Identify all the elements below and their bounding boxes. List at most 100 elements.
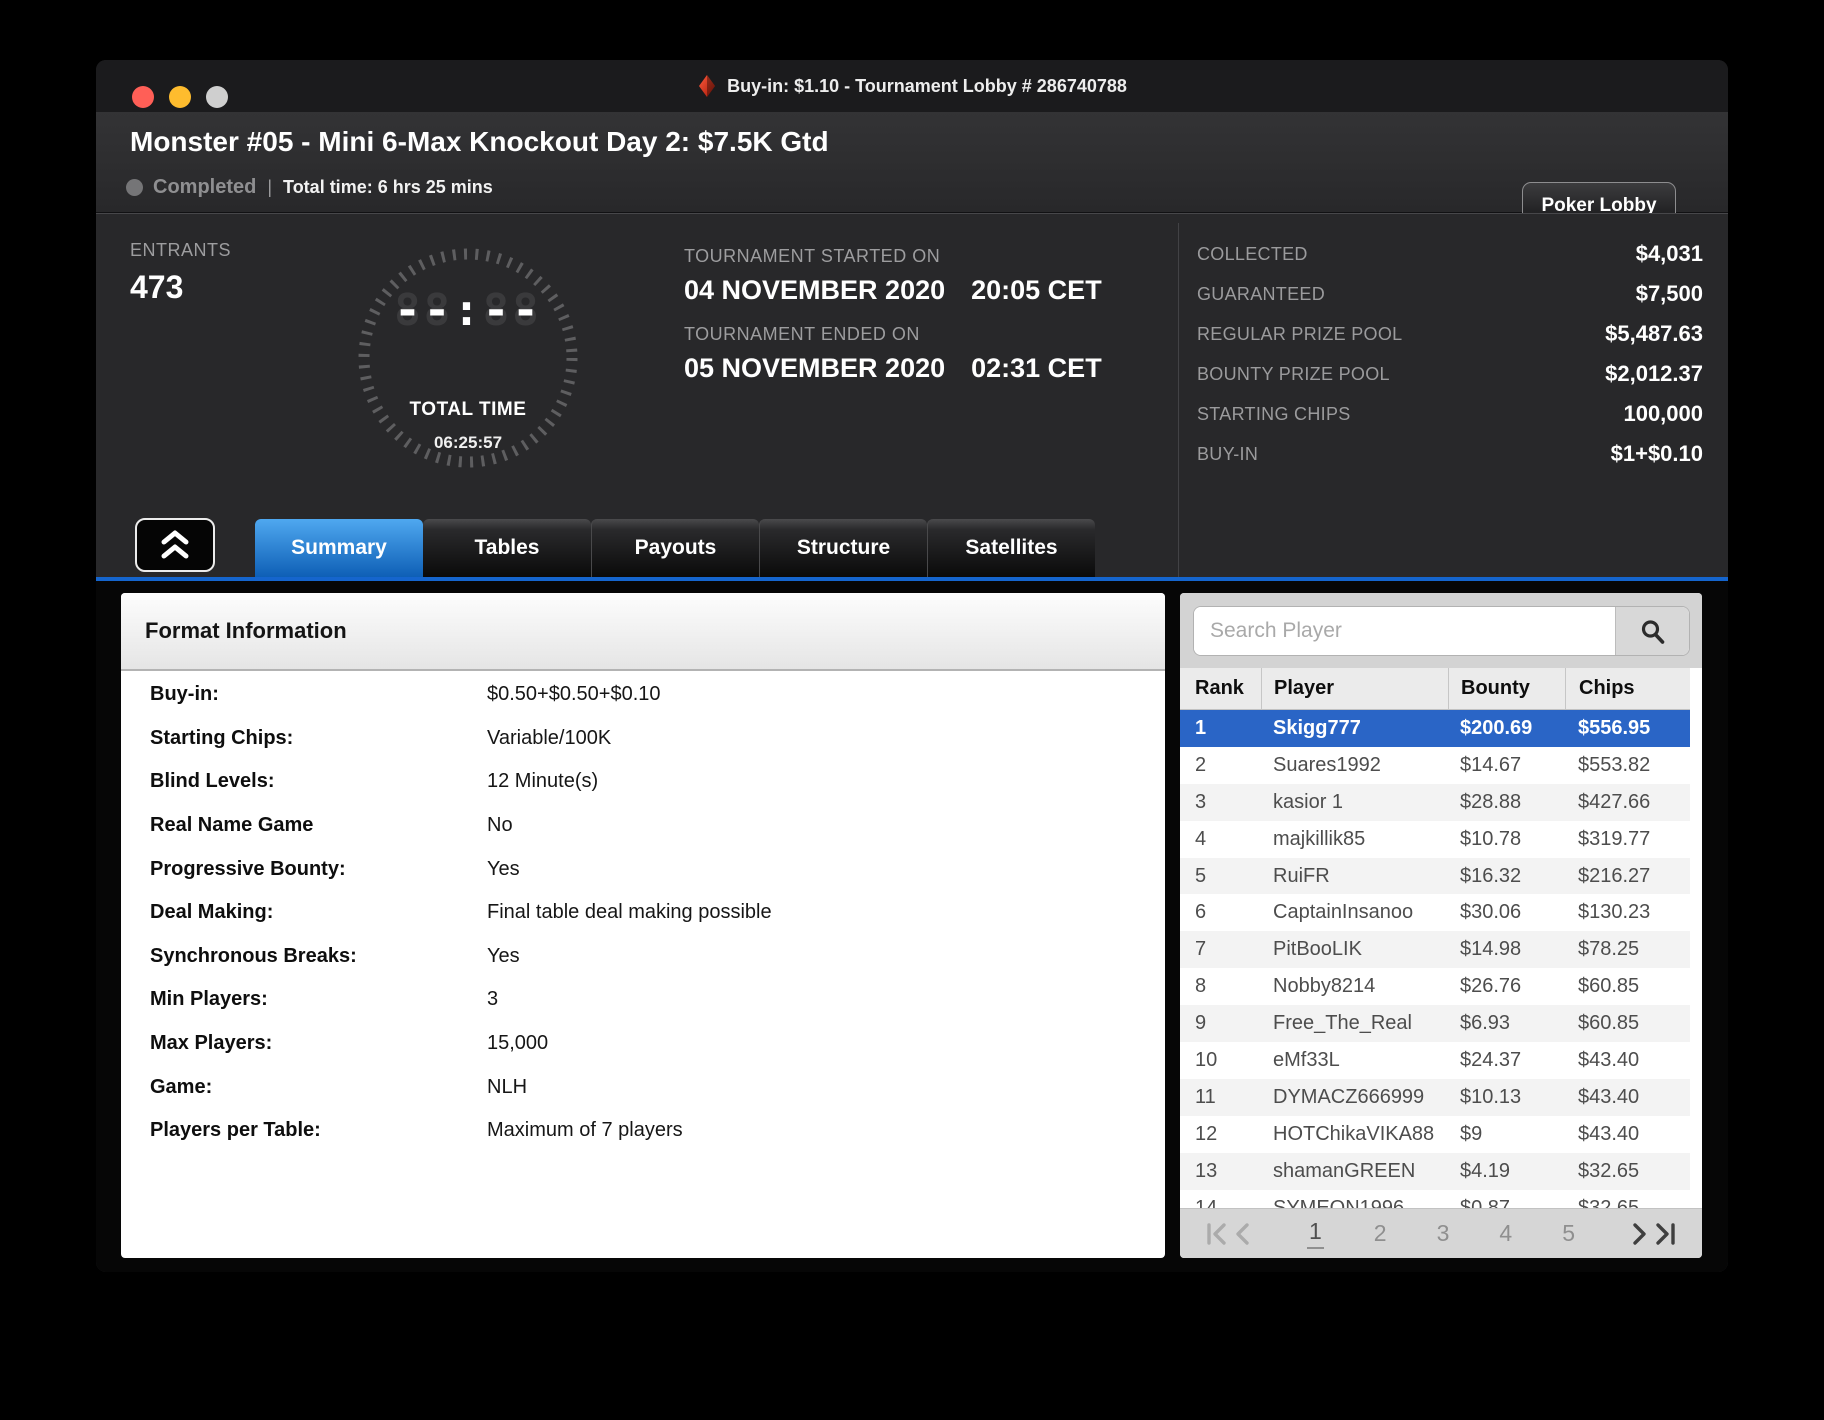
player-cell: SYMEON1996 bbox=[1273, 1196, 1405, 1208]
total-time-clock: 88:88 --:-- TOTAL TIME 06:25:57 bbox=[353, 243, 583, 473]
tab-tables[interactable]: Tables bbox=[423, 519, 591, 577]
player-cell: Free_The_Real bbox=[1273, 1012, 1412, 1035]
search-icon bbox=[1641, 619, 1665, 644]
chips-cell: $43.40 bbox=[1578, 1048, 1640, 1071]
chips-cell: $556.95 bbox=[1578, 716, 1651, 739]
player-row-7[interactable]: 7 PitBooLIK $14.98 $78.25 bbox=[1180, 931, 1690, 969]
page-1-current[interactable]: 1 bbox=[1307, 1218, 1324, 1249]
ended-time: 02:31 CET bbox=[971, 353, 1102, 383]
search-button[interactable] bbox=[1615, 607, 1689, 655]
prev-page-button[interactable] bbox=[1230, 1221, 1256, 1247]
format-info-value: Yes bbox=[487, 944, 520, 967]
titlebar-title-group: Buy-in: $1.10 - Tournament Lobby # 28674… bbox=[96, 60, 1728, 112]
first-page-icon bbox=[1207, 1222, 1226, 1245]
players-table-body: 1 Skigg777 $200.69 $556.95 2 Suares1992 $14.67… bbox=[1180, 710, 1690, 1208]
player-row-2[interactable]: 2 Suares1992 $14.67 $553.82 bbox=[1180, 746, 1690, 784]
tab-structure[interactable]: Structure bbox=[759, 519, 927, 577]
tab-payouts[interactable]: Payouts bbox=[591, 519, 759, 577]
format-info-row: Buy-in: $0.50+$0.50+$0.10 bbox=[121, 673, 1165, 717]
scrollbar-track[interactable] bbox=[1690, 668, 1702, 1208]
stat-row: GUARANTEED $7,500 bbox=[1197, 274, 1703, 314]
format-info-row: Starting Chips: Variable/100K bbox=[121, 717, 1165, 761]
stat-value: $4,031 bbox=[1635, 241, 1703, 266]
entrants-block: ENTRANTS 473 bbox=[130, 240, 231, 306]
format-info-row: Max Players: 15,000 bbox=[121, 1022, 1165, 1066]
bounty-cell: $28.88 bbox=[1460, 790, 1522, 813]
player-cell: kasior 1 bbox=[1273, 790, 1344, 813]
player-row-14[interactable]: 14 SYMEON1996 $0.87 $32.65 bbox=[1180, 1189, 1690, 1208]
status-dot-icon bbox=[126, 179, 143, 196]
player-row-8[interactable]: 8 Nobby8214 $26.76 $60.85 bbox=[1180, 968, 1690, 1006]
stat-value: $2,012.37 bbox=[1605, 361, 1703, 386]
chevron-left-icon bbox=[1236, 1222, 1249, 1245]
format-info-value: Yes bbox=[487, 857, 520, 880]
started-on-label: TOURNAMENT STARTED ON bbox=[684, 246, 941, 266]
format-info-row: Synchronous Breaks: Yes bbox=[121, 935, 1165, 979]
chips-cell: $130.23 bbox=[1578, 901, 1651, 924]
search-player-input[interactable] bbox=[1194, 607, 1615, 655]
stat-row: BOUNTY PRIZE POOL $2,012.37 bbox=[1197, 354, 1703, 394]
format-info-value: Variable/100K bbox=[487, 726, 612, 749]
format-info-value: NLH bbox=[487, 1075, 528, 1098]
rank-cell: 9 bbox=[1195, 1012, 1207, 1035]
bounty-cell: $24.37 bbox=[1460, 1048, 1522, 1071]
chips-cell: $553.82 bbox=[1578, 753, 1651, 776]
stat-row: BUY-IN $1+$0.10 bbox=[1197, 434, 1703, 474]
format-info-row: Blind Levels: 12 Minute(s) bbox=[121, 760, 1165, 804]
rank-cell: 7 bbox=[1195, 938, 1207, 961]
entrants-value: 473 bbox=[130, 269, 184, 305]
page-2[interactable]: 2 bbox=[1374, 1220, 1387, 1247]
player-row-11[interactable]: 11 DYMACZ666999 $10.13 $43.40 bbox=[1180, 1078, 1690, 1116]
collapse-header-button[interactable] bbox=[135, 518, 215, 572]
format-info-row: Game: NLH bbox=[121, 1065, 1165, 1109]
bounty-column-header: Bounty bbox=[1448, 668, 1565, 709]
tabs-row: Summary Tables Payouts Structure Satellites bbox=[96, 518, 1728, 577]
next-page-button[interactable] bbox=[1626, 1221, 1652, 1247]
chips-cell: $32.65 bbox=[1578, 1159, 1640, 1182]
rank-cell: 1 bbox=[1195, 716, 1207, 739]
page-5[interactable]: 5 bbox=[1562, 1220, 1575, 1247]
player-row-10[interactable]: 10 eMf33L $24.37 $43.40 bbox=[1180, 1042, 1690, 1079]
tab-satellites[interactable]: Satellites bbox=[927, 519, 1095, 577]
chips-cell: $43.40 bbox=[1578, 1085, 1640, 1108]
tab-summary[interactable]: Summary bbox=[255, 519, 423, 577]
stat-label: REGULAR PRIZE POOL bbox=[1197, 323, 1403, 344]
window-title: Buy-in: $1.10 - Tournament Lobby # 28674… bbox=[727, 75, 1127, 96]
player-row-12[interactable]: 12 HOTChikaVIKA88 $9 $43.40 bbox=[1180, 1115, 1690, 1153]
player-row-1[interactable]: 1 Skigg777 $200.69 $556.95 bbox=[1180, 710, 1690, 747]
format-info-row: Real Name Game No bbox=[121, 804, 1165, 848]
stat-label: COLLECTED bbox=[1197, 243, 1308, 264]
tab-bar: Summary Tables Payouts Structure Satellites bbox=[255, 519, 1095, 577]
desktop-background: Buy-in: $1.10 - Tournament Lobby # 28674… bbox=[0, 0, 1824, 1420]
players-table-header: Rank Player Bounty Chips bbox=[1180, 668, 1690, 710]
last-page-button[interactable] bbox=[1652, 1221, 1678, 1247]
page-3[interactable]: 3 bbox=[1437, 1220, 1450, 1247]
format-info-row: Min Players: 3 bbox=[121, 978, 1165, 1022]
first-page-button[interactable] bbox=[1204, 1221, 1230, 1247]
player-cell: shamanGREEN bbox=[1273, 1159, 1416, 1182]
format-info-value: Final table deal making possible bbox=[487, 901, 772, 924]
stat-label: GUARANTEED bbox=[1197, 283, 1326, 304]
format-info-value: Maximum of 7 players bbox=[487, 1119, 683, 1142]
player-row-9[interactable]: 9 Free_The_Real $6.93 $60.85 bbox=[1180, 1005, 1690, 1043]
chips-cell: $427.66 bbox=[1578, 790, 1651, 813]
started-on-value: 04 NOVEMBER 2020 20:05 CET bbox=[684, 275, 1102, 306]
stat-row: REGULAR PRIZE POOL $5,487.63 bbox=[1197, 314, 1703, 354]
ended-on-label: TOURNAMENT ENDED ON bbox=[684, 324, 920, 344]
chips-cell: $216.27 bbox=[1578, 864, 1651, 887]
player-row-5[interactable]: 5 RuiFR $16.32 $216.27 bbox=[1180, 857, 1690, 895]
rank-cell: 4 bbox=[1195, 827, 1207, 850]
player-cell: eMf33L bbox=[1273, 1048, 1340, 1071]
bounty-cell: $0.87 bbox=[1460, 1196, 1511, 1208]
format-info-label: Starting Chips: bbox=[150, 726, 294, 749]
bounty-cell: $9 bbox=[1460, 1122, 1483, 1145]
player-cell: majkillik85 bbox=[1273, 827, 1366, 850]
page-4[interactable]: 4 bbox=[1499, 1220, 1512, 1247]
total-time-label: TOTAL TIME bbox=[409, 399, 527, 420]
rank-cell: 2 bbox=[1195, 753, 1207, 776]
format-info-row: Deal Making: Final table deal making poss… bbox=[121, 891, 1165, 935]
player-row-13[interactable]: 13 shamanGREEN $4.19 $32.65 bbox=[1180, 1152, 1690, 1190]
player-row-3[interactable]: 3 kasior 1 $28.88 $427.66 bbox=[1180, 783, 1690, 821]
player-row-4[interactable]: 4 majkillik85 $10.78 $319.77 bbox=[1180, 820, 1690, 858]
player-row-6[interactable]: 6 CaptainInsanoo $30.06 $130.23 bbox=[1180, 894, 1690, 932]
